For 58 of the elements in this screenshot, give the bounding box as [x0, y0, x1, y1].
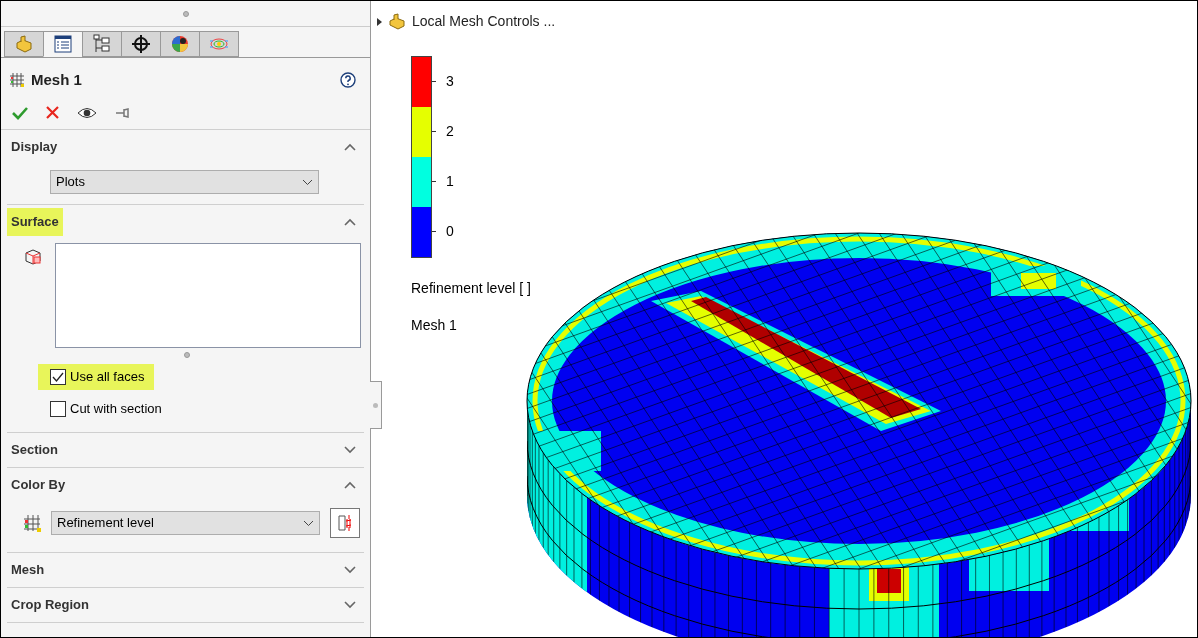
- resize-handle-icon[interactable]: [184, 352, 190, 358]
- panel-tab[interactable]: [160, 31, 200, 57]
- chevron-down-icon[interactable]: [344, 446, 356, 454]
- section-title[interactable]: Surface: [7, 208, 63, 236]
- checkbox-option[interactable]: Use all faces: [38, 364, 155, 390]
- selection-list[interactable]: [55, 243, 361, 348]
- checkbox-label: Use all faces: [70, 368, 145, 387]
- chevron-down-icon[interactable]: [344, 566, 356, 574]
- panel-tab[interactable]: [121, 31, 161, 57]
- checkmark-icon: [52, 371, 64, 383]
- close-icon[interactable]: [46, 106, 59, 119]
- chevron-up-icon[interactable]: [344, 218, 356, 226]
- checkbox-option[interactable]: Cut with section: [38, 396, 172, 422]
- legend-label: 3: [446, 71, 454, 91]
- chevron-up-icon[interactable]: [344, 143, 356, 151]
- dropdown-value: Refinement level: [57, 514, 154, 533]
- checkbox-label: Cut with section: [70, 400, 162, 419]
- crosshair-icon: [130, 33, 152, 55]
- panel-tab[interactable]: [82, 31, 122, 57]
- legend-label: 1: [446, 171, 454, 191]
- splitter-handle[interactable]: [370, 381, 382, 429]
- resize-handle-icon[interactable]: [182, 10, 189, 17]
- help-icon[interactable]: [340, 72, 356, 88]
- number-range-icon: [337, 514, 353, 532]
- color-wheel-icon: [169, 33, 191, 55]
- dropdown-value: Plots: [56, 173, 85, 192]
- dropdown[interactable]: Plots: [50, 170, 319, 194]
- mesh-grid-icon: [23, 514, 41, 532]
- legend-subtitle: Mesh 1: [411, 316, 457, 335]
- legend-settings-button[interactable]: [330, 508, 360, 538]
- section-title[interactable]: Section: [7, 436, 62, 464]
- part-icon: [388, 12, 406, 31]
- section-title[interactable]: Color By: [7, 471, 70, 499]
- pin-icon[interactable]: [115, 106, 129, 119]
- section-title[interactable]: Mesh: [7, 556, 49, 584]
- chevron-down-icon[interactable]: [344, 601, 356, 609]
- tree-icon: [91, 33, 113, 55]
- caret-icon: [302, 178, 313, 186]
- dropdown[interactable]: Refinement level: [51, 511, 320, 535]
- legend-label: 0: [446, 221, 454, 241]
- part-icon: [13, 33, 35, 55]
- chevron-up-icon[interactable]: [344, 481, 356, 489]
- panel-title: Mesh 1: [31, 69, 82, 90]
- eye-icon[interactable]: [77, 106, 97, 119]
- expand-arrow-icon[interactable]: [377, 17, 382, 26]
- tree-item-label[interactable]: Local Mesh Controls ...: [412, 11, 556, 32]
- cube-icon: [23, 247, 43, 267]
- check-icon[interactable]: [12, 105, 28, 120]
- legend-label: 2: [446, 121, 454, 141]
- panel-tab[interactable]: [43, 31, 83, 57]
- checkbox[interactable]: [50, 401, 66, 417]
- legend-title: Refinement level [ ]: [411, 279, 531, 298]
- caret-icon: [303, 519, 314, 527]
- section-title[interactable]: Crop Region: [7, 591, 93, 619]
- checkbox[interactable]: [50, 369, 66, 385]
- property-list-icon: [52, 33, 74, 55]
- section-title[interactable]: Display: [7, 133, 62, 161]
- mesh-grid-icon: [9, 72, 25, 88]
